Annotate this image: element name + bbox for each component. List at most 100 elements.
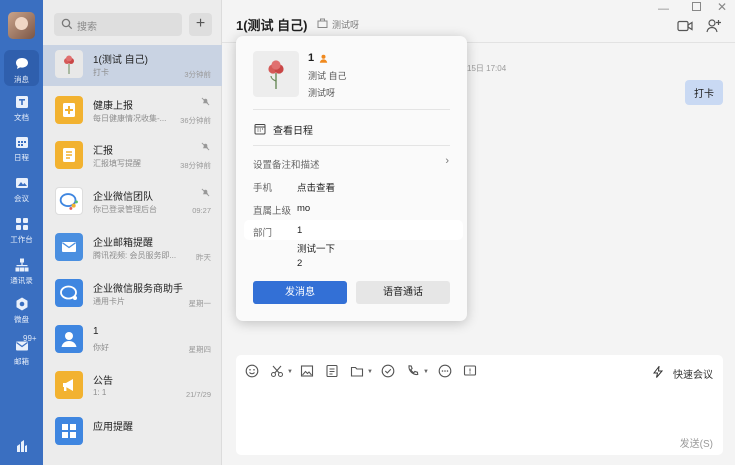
folder-caret-icon[interactable]: ▼ [367,369,373,375]
conversation-item[interactable]: 企业邮箱提醒 腾讯视频: 会员服务即... 昨天 [43,228,222,269]
rail-item-calendar[interactable]: 日程 [0,134,43,163]
message-bubble[interactable]: 打卡 [685,80,723,105]
conversation-name: 1(测试 自己) [93,55,148,66]
rail-label: 文档 [14,113,29,122]
conversation-item[interactable]: 汇报 汇报填写提醒 38分钟前 [43,136,222,177]
conversation-preview: 1: 1 [93,388,107,397]
conversation-time: 38分钟前 [180,161,211,170]
profile-name: 1 [308,52,315,64]
search-input[interactable]: 搜索 [54,13,182,36]
my-avatar[interactable] [8,12,35,39]
divider [253,109,450,110]
conversation-avatar [55,371,83,399]
more-dots-icon[interactable] [438,364,452,378]
conversation-avatar [55,96,83,124]
view-schedule-link[interactable]: 查看日程 [273,122,313,137]
rail-item-contacts[interactable]: 通讯录 [0,257,43,286]
voice-call-button[interactable]: 语音通话 [356,281,450,304]
chat-subtitle: 测试呀 [332,20,360,30]
phone-icon[interactable] [406,364,420,378]
conversation-item[interactable]: 企业微信服务商助手 通用卡片 星期一 [43,274,222,315]
conversation-avatar [55,50,83,78]
calendar-icon [254,124,266,135]
conversation-name: 应用提醒 [93,422,133,433]
contacts-icon [15,258,28,272]
department-label: 部门 [253,228,273,239]
rail-label: 日程 [14,153,29,162]
search-placeholder: 搜索 [77,22,97,33]
divider [253,145,450,146]
phone-reveal-link[interactable]: 点击查看 [297,180,335,194]
conversation-time: 星期四 [188,345,212,354]
rail-item-mail[interactable]: 99+ 邮箱 [0,334,43,367]
rail-label: 通讯录 [10,276,33,285]
add-member-icon[interactable] [706,18,722,33]
conversation-item[interactable]: 应用提醒 [43,412,222,453]
message-timestamp: 15日 17:04 [467,64,507,73]
send-button[interactable]: 发送(S) [680,435,713,450]
manager-value[interactable]: mo [297,203,310,214]
conversation-name: 企业微信服务商助手 [93,284,183,295]
chevron-right-icon: › [445,155,449,167]
window-close-button[interactable]: ✕ [717,0,727,14]
folder-icon[interactable] [350,364,364,378]
window-minimize-button[interactable]: — [658,3,669,15]
rail-item-more[interactable] [0,438,43,454]
lightning-icon [653,366,663,378]
quick-meeting-button[interactable]: 快速会议 [673,366,713,381]
document-icon [15,96,28,108]
add-button[interactable]: + [189,13,212,36]
window-maximize-button[interactable] [692,2,701,11]
conversation-name: 企业微信团队 [93,192,153,203]
workbench-icon [15,218,28,230]
scissors-icon[interactable] [270,364,284,378]
conversation-time: 09:27 [192,206,211,215]
conversation-avatar [55,417,83,445]
profile-avatar[interactable] [253,51,299,97]
rail-item-meeting[interactable]: 会议 [0,175,43,204]
message-input-area[interactable]: ▼ ▼ ▼ 快速会议 发送(S) [236,355,723,455]
rail-item-messages[interactable]: 消息 [0,50,43,86]
video-call-icon[interactable] [677,20,693,32]
profile-card-popup: 1 测试 自己 测试呀 查看日程 设置备注和描述 › 手机 点击查看 直属上级 … [236,36,467,321]
rail-label: 消息 [14,75,29,84]
chat-title: 1(测试 自己) [236,18,308,33]
conversation-item[interactable]: 1 你好 星期四 [43,320,222,361]
rail-item-workbench[interactable]: 工作台 [0,216,43,245]
profile-company: 测试呀 [308,88,336,98]
department-value: 1 [297,225,303,236]
conversation-time: 21/7/29 [185,390,211,399]
rail-item-drive[interactable]: 微盘 [0,296,43,325]
conversation-preview: 每日健康情况收集-... [93,114,167,123]
chat-history-icon[interactable] [463,364,477,378]
notes-icon[interactable] [325,364,339,378]
conversation-name: 健康上报 [93,101,133,112]
service-assistant-icon [60,285,77,300]
phone-caret-icon[interactable]: ▼ [423,369,429,375]
conversation-avatar [55,279,83,307]
image-icon[interactable] [300,364,314,378]
search-icon [61,18,73,30]
check-circle-icon[interactable] [381,364,395,378]
emoji-icon[interactable] [245,364,259,378]
rail-item-docs[interactable]: 文档 [0,94,43,123]
user-avatar-icon [61,332,77,347]
send-message-button[interactable]: 发消息 [253,281,347,304]
flower-icon [64,55,74,74]
conversation-time: 昨天 [196,253,211,262]
screenshot-caret-icon[interactable]: ▼ [287,369,293,375]
conversation-item[interactable]: 健康上报 每日健康情况收集-... 36分钟前 [43,91,222,132]
wecom-team-icon [59,193,78,210]
menu-bars-icon [16,440,27,452]
set-remark-link[interactable]: 设置备注和描述 [253,157,320,171]
conversation-avatar [55,187,83,215]
conversation-name: 企业邮箱提醒 [93,238,153,249]
conversation-item[interactable]: 企业微信团队 你已登录管理后台 09:27 [43,182,222,223]
conversation-name: 公告 [93,376,113,387]
conversation-item[interactable]: 公告 1: 1 21/7/29 [43,366,222,407]
rail-label: 邮箱 [14,357,29,366]
rail-label: 微盘 [14,315,29,324]
profile-nickname: 测试 自己 [308,71,347,81]
rail-label: 工作台 [10,235,33,244]
conversation-item[interactable]: 1(测试 自己) 打卡 3分钟前 [43,45,222,86]
